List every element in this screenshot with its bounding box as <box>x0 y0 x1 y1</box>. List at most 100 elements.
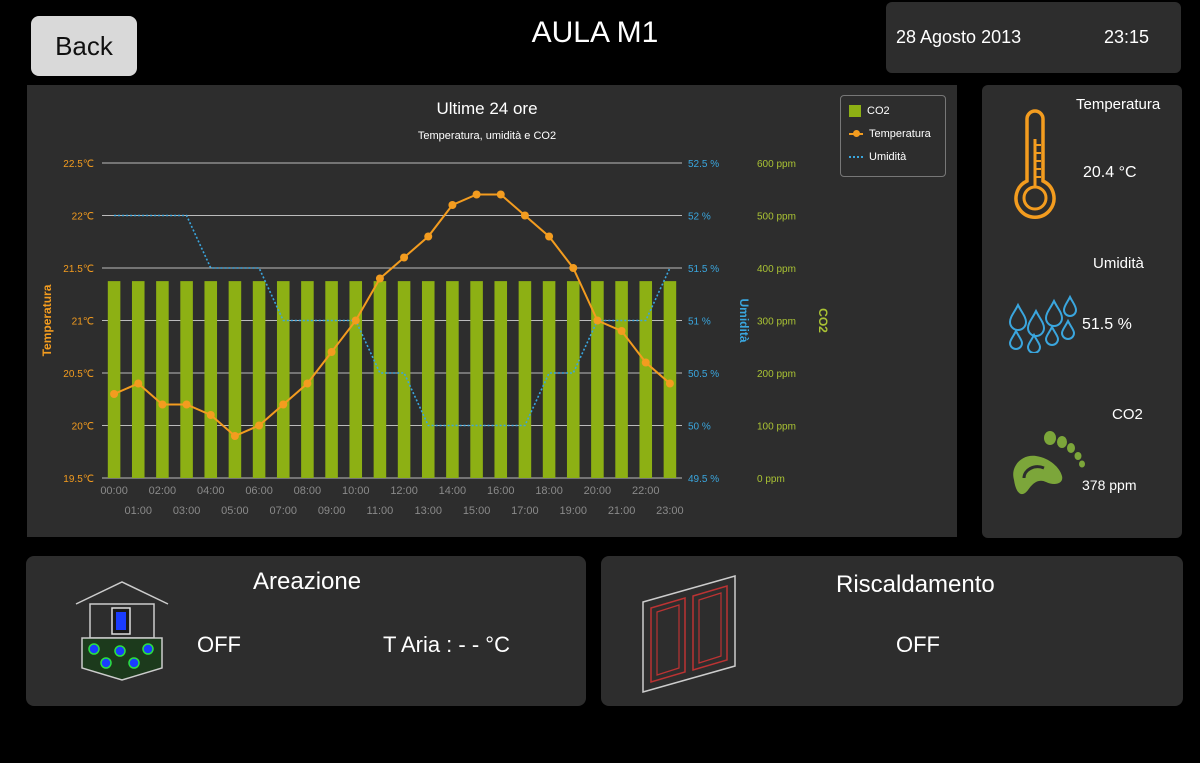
humidity-value: 51.5 % <box>1082 316 1132 333</box>
x-tick-label: 18:00 <box>535 485 563 497</box>
x-tick-label: 21:00 <box>608 505 636 517</box>
x-tick-label: 09:00 <box>318 505 346 517</box>
underfloor-heating-icon <box>642 575 736 693</box>
co2-bar <box>446 281 459 478</box>
co2-bar <box>156 281 169 478</box>
temperature-point <box>279 400 288 409</box>
temperature-point <box>472 190 481 199</box>
x-tick-label: 22:00 <box>632 485 660 497</box>
temperature-point <box>206 411 215 419</box>
air-temperature-value: T Aria : - - °C <box>383 632 510 657</box>
temperature-point <box>110 390 119 398</box>
chart-subtitle: Temperatura, umidità e CO2 <box>417 130 557 142</box>
x-tick-label: 20:00 <box>584 485 612 497</box>
x-tick-label: 04:00 <box>197 485 225 497</box>
sensors-panel: Temperatura 20.4 °C Umidità 51.5 % CO2 3… <box>982 85 1182 538</box>
legend-label-co2: CO2 <box>867 105 890 117</box>
co2-bar <box>252 281 266 478</box>
temp-tick-label: 21℃ <box>72 317 94 328</box>
co2-bar <box>566 281 580 478</box>
co2-bar <box>107 281 121 478</box>
temperature-point <box>545 232 554 241</box>
ventilation-status: OFF <box>197 632 241 657</box>
temperature-point <box>375 274 384 283</box>
datetime-box: 28 Agosto 2013 23:15 <box>886 2 1181 73</box>
co2-bar <box>228 281 242 478</box>
co2-bar <box>397 281 411 478</box>
heating-panel[interactable]: Riscaldamento OFF <box>601 556 1183 706</box>
legend-item-temperatura[interactable]: Temperatura <box>849 128 931 140</box>
thermometer-icon <box>1014 109 1056 219</box>
co2-bar <box>518 281 532 478</box>
co2-tick-label: 200 ppm <box>757 369 796 380</box>
temperature-point <box>665 379 674 388</box>
chart-title: Ultime 24 ore <box>436 99 538 118</box>
co2-bar <box>542 281 556 478</box>
humidity-label: Umidità <box>1093 255 1144 272</box>
humidity-tick-label: 52.5 % <box>688 159 719 170</box>
heating-title: Riscaldamento <box>836 571 995 598</box>
humidity-tick-label: 50 % <box>688 422 711 433</box>
temperature-point <box>641 358 650 367</box>
co2-label: CO2 <box>1112 406 1143 423</box>
co2-axis-title: CO2 <box>816 308 830 333</box>
temperature-point <box>182 400 191 409</box>
x-tick-label: 03:00 <box>173 505 201 517</box>
temp-tick-label: 19.5℃ <box>63 474 94 485</box>
temperature-label: Temperatura <box>1076 96 1161 113</box>
x-tick-label: 13:00 <box>414 505 442 517</box>
co2-bar <box>204 281 218 478</box>
co2-bar <box>349 281 363 478</box>
co2-bar <box>494 281 508 478</box>
temperature-point <box>520 211 529 220</box>
temperature-point <box>448 201 457 209</box>
history-chart: 19.5℃ 49.5 % 0 ppm 20℃ 50 % 100 ppm 20.5℃ 50.5 … <box>40 159 830 517</box>
temperature-point <box>496 190 505 199</box>
ventilation-unit-icon <box>75 581 169 681</box>
temperature-point <box>230 432 239 440</box>
chart-legend: CO2 Temperatura Umidità <box>840 95 946 177</box>
x-tick-label: 05:00 <box>221 505 249 517</box>
temperature-point <box>134 379 143 388</box>
x-tick-label: 00:00 <box>100 485 128 497</box>
ventilation-panel[interactable]: Areazione OFF T Aria : - - °C <box>26 556 586 706</box>
legend-item-co2[interactable]: CO2 <box>849 105 890 117</box>
temperature-line-icon <box>849 130 863 137</box>
chart-panel: 19.5℃ 49.5 % 0 ppm 20℃ 50 % 100 ppm 20.5℃ 50.5 … <box>27 85 957 537</box>
co2-swatch-icon <box>849 105 861 117</box>
x-tick-label: 17:00 <box>511 505 539 517</box>
legend-item-umidita[interactable]: Umidità <box>849 151 906 163</box>
co2-tick-label: 0 ppm <box>757 474 785 485</box>
temperature-value: 20.4 °C <box>1083 164 1137 181</box>
co2-tick-label: 100 ppm <box>757 422 796 433</box>
co2-tick-label: 400 ppm <box>757 264 796 275</box>
temperature-point <box>255 421 264 430</box>
back-button[interactable]: Back <box>31 16 137 76</box>
temp-tick-label: 20℃ <box>72 422 94 433</box>
x-tick-label: 02:00 <box>149 485 177 497</box>
humidity-tick-label: 50.5 % <box>688 369 719 380</box>
co2-bar <box>615 281 628 478</box>
water-drops-icon <box>1008 294 1078 353</box>
temp-tick-label: 20.5℃ <box>63 369 94 380</box>
temperature-series-line <box>113 193 671 438</box>
temp-tick-label: 21.5℃ <box>63 264 94 275</box>
co2-bar <box>180 281 193 478</box>
co2-tick-label: 500 ppm <box>757 212 796 223</box>
co2-bar <box>325 281 338 478</box>
humidity-tick-label: 52 % <box>688 212 711 223</box>
legend-label-temperatura: Temperatura <box>869 128 931 140</box>
x-tick-label: 15:00 <box>463 505 491 517</box>
temperature-point <box>327 348 336 356</box>
co2-value: 378 ppm <box>1082 477 1137 493</box>
heating-status: OFF <box>896 632 940 657</box>
temperature-point <box>351 316 360 325</box>
date-text: 28 Agosto 2013 <box>896 27 1022 47</box>
humidity-tick-label: 49.5 % <box>688 474 719 485</box>
room-title: AULA M1 <box>531 16 659 49</box>
temperature-point <box>617 327 626 335</box>
x-tick-label: 07:00 <box>269 505 297 517</box>
x-tick-label: 16:00 <box>487 485 515 497</box>
temperature-point <box>424 232 433 241</box>
temperature-point <box>569 264 578 272</box>
